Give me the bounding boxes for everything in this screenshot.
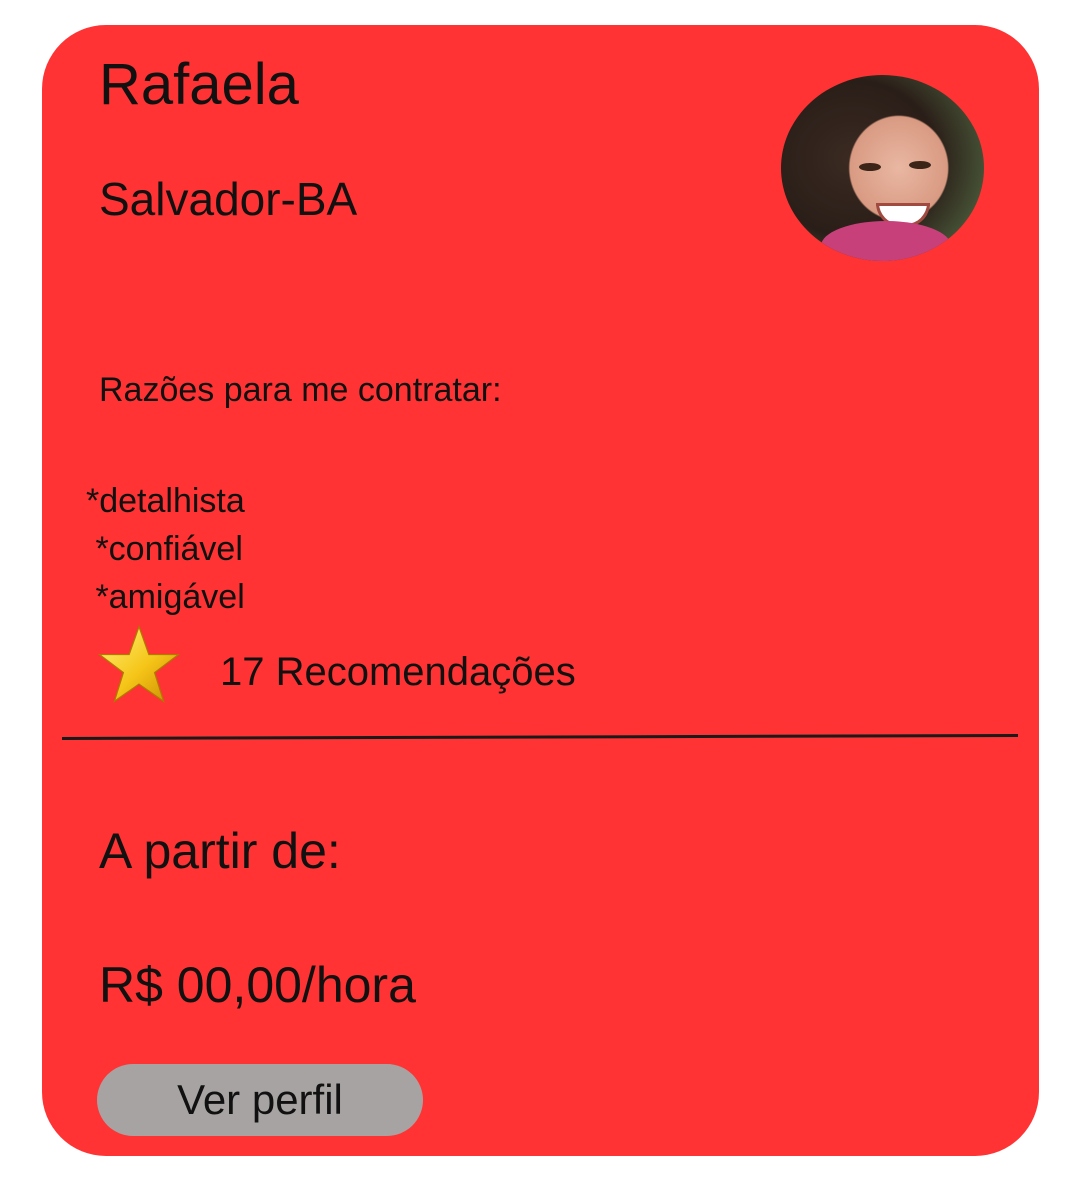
avatar [781,75,984,261]
recommendations-count: 17 Recomendações [220,650,576,694]
reason-item: *amigável [86,578,245,616]
price-intro: A partir de: [99,823,341,879]
divider [61,733,1018,740]
reason-item: *confiável [86,530,243,568]
reasons-list: *detalhista *confiável *amigável [86,477,245,621]
profile-card: Rafaela Salvador-BA Razões para me contr… [42,25,1039,1156]
price-value: R$ 00,00/hora [99,957,416,1013]
reasons-title: Razões para me contratar: [99,371,502,409]
profile-name: Rafaela [99,52,299,117]
reason-item: *detalhista [86,482,245,520]
view-profile-button[interactable]: Ver perfil [97,1064,423,1136]
star-icon [98,625,180,703]
profile-location: Salvador-BA [99,173,358,225]
